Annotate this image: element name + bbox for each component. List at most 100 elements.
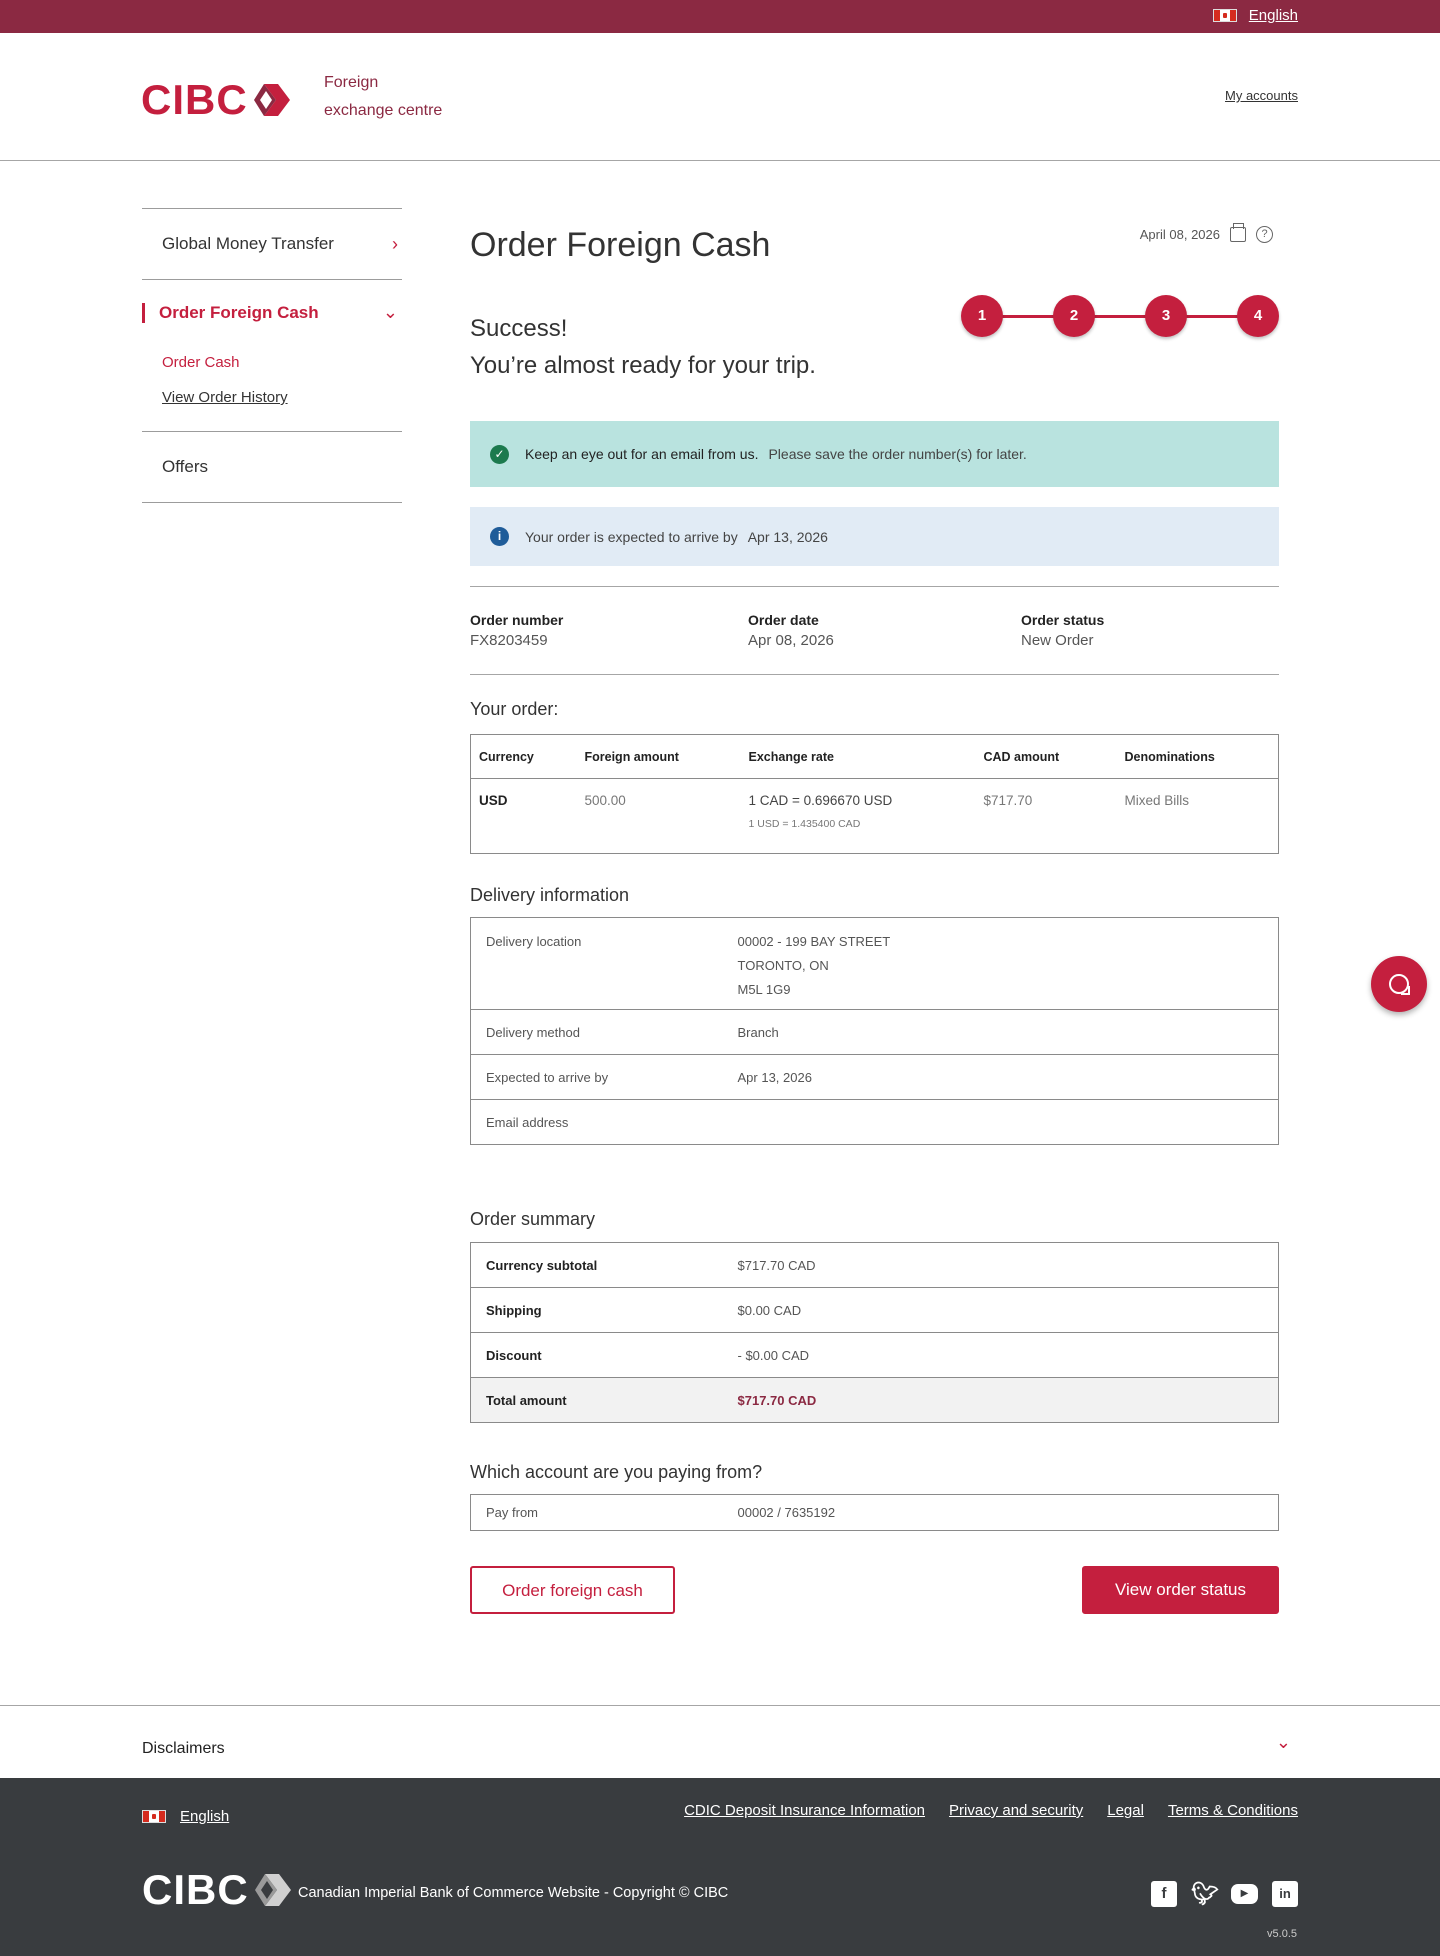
footer-link-legal[interactable]: Legal — [1107, 1802, 1144, 1819]
success-subheading: You’re almost ready for your trip. — [470, 352, 816, 379]
chat-icon — [1389, 974, 1410, 995]
info-alert-text: Your order is expected to arrive by — [525, 528, 738, 545]
stepper-line — [981, 315, 1257, 318]
exchange-rate-value: 1 CAD = 0.696670 USD — [748, 793, 893, 808]
info-alert: i Your order is expected to arrive by Ap… — [470, 507, 1279, 566]
logo-wordmark: CIBC — [141, 76, 248, 123]
success-alert-title: Keep an eye out for an email from us. — [525, 446, 759, 462]
order-number-block: Order number FX8203459 — [470, 612, 563, 649]
view-order-status-button[interactable]: View order status — [1082, 1566, 1279, 1614]
success-message: Success! You’re almost ready for your tr… — [470, 310, 816, 384]
sidebar-subitem-order-cash[interactable]: Order Cash — [162, 345, 402, 380]
order-meta: Order number FX8203459 Order date Apr 08… — [470, 586, 1279, 675]
email-value — [723, 1100, 1279, 1145]
col-foreign-amount: Foreign amount — [576, 734, 741, 779]
delivery-heading: Delivery information — [470, 885, 630, 905]
order-status-value: New Order — [1021, 632, 1094, 649]
twitter-icon[interactable]: 🐦︎ — [1191, 1881, 1219, 1907]
site-title-line1: Foreign — [324, 74, 379, 91]
app-version: v5.0.5 — [1267, 1928, 1297, 1940]
cell-foreign-amount: 500.00 — [584, 793, 626, 808]
address-line1: 00002 - 199 BAY STREET — [737, 934, 891, 949]
success-heading: Success! — [470, 315, 568, 342]
arrival-date-label: Expected to arrive by — [470, 1054, 723, 1100]
delivery-location-label: Delivery location — [470, 917, 723, 1010]
facebook-icon[interactable]: f — [1151, 1881, 1177, 1907]
success-alert-note: Please save the order number(s) for late… — [768, 446, 1027, 462]
order-summary-table: Currency subtotal $717.70 CAD Shipping $… — [470, 1242, 1279, 1423]
delivery-method-label: Delivery method — [470, 1009, 723, 1055]
canada-flag-icon — [142, 1810, 166, 1823]
col-cad-amount: CAD amount — [975, 734, 1117, 779]
order-summary-heading: Order summary — [470, 1209, 596, 1229]
sidebar-subitem-view-order-history[interactable]: View Order History — [162, 380, 402, 415]
order-date-block: Order date Apr 08, 2026 — [748, 612, 834, 649]
pay-from-value: 00002 / 7635192 — [737, 1505, 836, 1520]
footer-language-label[interactable]: English — [180, 1808, 229, 1825]
linkedin-icon[interactable]: in — [1272, 1881, 1298, 1907]
subtotal-label: Currency subtotal — [470, 1242, 723, 1288]
arrival-date-value: Apr 13, 2026 — [722, 1054, 1279, 1100]
disclaimers-label: Disclaimers — [142, 1740, 225, 1757]
disclaimers-accordion[interactable]: Disclaimers ⌄ — [0, 1705, 1440, 1778]
order-table-header: Currency Foreign amount Exchange rate CA… — [470, 734, 1279, 779]
chevron-down-icon[interactable]: ⌄ — [1276, 1732, 1291, 1753]
language-label[interactable]: English — [1249, 7, 1298, 24]
site-header: CIBC Foreign exchange centre My accounts — [0, 33, 1440, 161]
col-denominations: Denominations — [1116, 734, 1279, 779]
delivery-location-value: 00002 - 199 BAY STREET TORONTO, ON M5L 1… — [722, 917, 1279, 1010]
sidebar-item-offers[interactable]: Offers — [142, 431, 402, 502]
delivery-method-value: Branch — [722, 1009, 1279, 1055]
help-icon[interactable]: ? — [1256, 226, 1273, 243]
order-foreign-cash-button[interactable]: Order foreign cash — [470, 1566, 675, 1614]
chevron-right-icon: › — [392, 233, 398, 254]
page-utilities: April 08, 2026 ? — [1140, 223, 1273, 243]
info-alert-date: Apr 13, 2026 — [747, 528, 828, 545]
sidebar-item-global-money-transfer[interactable]: Global Money Transfer › — [142, 208, 402, 279]
site-footer: English CDIC Deposit Insurance Informati… — [0, 1778, 1440, 1956]
exchange-rate-inverse: 1 USD = 1.435400 CAD — [748, 818, 861, 830]
step-4: 4 — [1237, 295, 1279, 337]
order-status-label: Order status — [1021, 612, 1105, 628]
step-3: 3 — [1145, 295, 1187, 337]
cibc-logo[interactable]: CIBC — [141, 76, 292, 124]
total-value: $717.70 CAD — [722, 1377, 1279, 1423]
youtube-icon[interactable]: ▶ — [1231, 1884, 1258, 1904]
print-icon[interactable] — [1230, 223, 1246, 242]
address-line3: M5L 1G9 — [737, 982, 791, 997]
language-switch[interactable]: English — [1212, 7, 1298, 24]
sidebar-item-order-foreign-cash[interactable]: Order Foreign Cash ⌄ — [142, 279, 402, 345]
order-number-value: FX8203459 — [470, 632, 548, 649]
table-row: Email address — [471, 1100, 1279, 1145]
sidebar-item-label: Offers — [162, 457, 208, 476]
cell-denominations: Mixed Bills — [1124, 793, 1190, 808]
pay-from-heading: Which account are you paying from? — [470, 1462, 763, 1482]
discount-value: - $0.00 CAD — [722, 1332, 1279, 1378]
chat-button[interactable] — [1371, 956, 1427, 1012]
order-number-label: Order number — [470, 612, 564, 628]
email-label: Email address — [486, 1114, 569, 1130]
order-date-value: Apr 08, 2026 — [748, 632, 834, 649]
cibc-diamond-icon — [254, 1874, 291, 1906]
my-accounts-link[interactable]: My accounts — [1225, 88, 1298, 103]
footer-link-terms[interactable]: Terms & Conditions — [1168, 1802, 1298, 1819]
social-links: f 🐦︎ ▶ in — [1151, 1881, 1298, 1907]
discount-label: Discount — [470, 1332, 723, 1378]
address-line2: TORONTO, ON — [737, 958, 829, 973]
your-order-heading: Your order: — [470, 699, 559, 719]
footer-language-switch[interactable]: English — [142, 1808, 229, 1825]
footer-link-cdic[interactable]: CDIC Deposit Insurance Information — [684, 1802, 925, 1819]
delivery-table: Delivery location 00002 - 199 BAY STREET… — [470, 917, 1279, 1145]
sidebar-item-label: Global Money Transfer — [162, 234, 334, 253]
check-circle-icon: ✓ — [490, 444, 509, 464]
footer-links: CDIC Deposit Insurance Information Priva… — [684, 1802, 1298, 1819]
info-icon: i — [490, 527, 509, 546]
footer-link-privacy[interactable]: Privacy and security — [949, 1802, 1083, 1819]
footer-copyright: Canadian Imperial Bank of Commerce Websi… — [298, 1885, 729, 1901]
table-row: Discount - $0.00 CAD — [470, 1332, 1279, 1378]
table-row: Shipping $0.00 CAD — [470, 1287, 1279, 1333]
subtotal-value: $717.70 CAD — [722, 1242, 1279, 1288]
sidebar-item-label: Order Foreign Cash — [159, 302, 319, 322]
total-label: Total amount — [470, 1377, 723, 1423]
footer-cibc-logo: CIBC — [142, 1866, 293, 1914]
